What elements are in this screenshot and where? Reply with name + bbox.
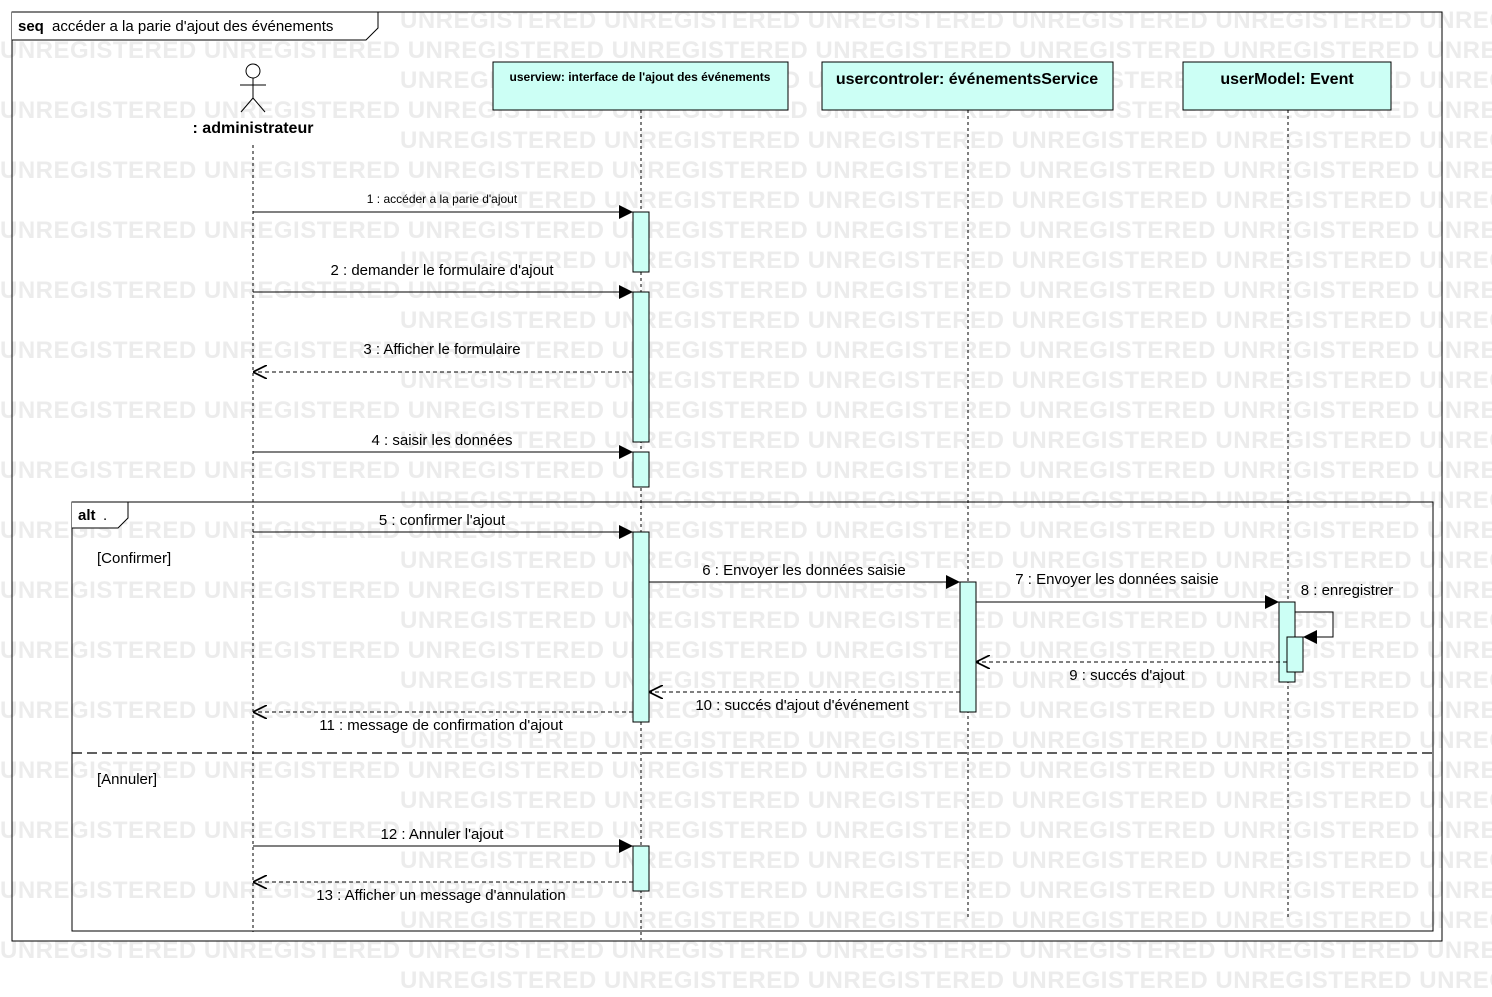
watermark-row: UNREGISTERED UNREGISTERED UNREGISTERED U…: [400, 847, 1492, 874]
alt-operator: alt: [78, 507, 96, 524]
activation-view-3: [632, 451, 650, 488]
lifeline-administrateur: : administrateur: [193, 63, 314, 932]
watermark-row: UNREGISTERED UNREGISTERED UNREGISTERED U…: [0, 877, 1492, 904]
frame-keyword: seq: [18, 18, 44, 35]
frame-title: accéder a la parie d'ajout des événement…: [52, 18, 333, 35]
guard-annuler: [Annuler]: [97, 771, 157, 788]
lifeline-label-usercontroler: usercontroler: événementsService: [836, 71, 1098, 88]
watermark-row: UNREGISTERED UNREGISTERED UNREGISTERED U…: [0, 277, 1492, 304]
activation-view-5: [632, 845, 650, 892]
message-8-label: 8 : enregistrer: [1301, 582, 1394, 599]
message-1-label: 1 : accéder a la parie d'ajout: [367, 192, 518, 206]
watermark-row: UNREGISTERED UNREGISTERED UNREGISTERED U…: [0, 157, 1492, 184]
message-3-label: 3 : Afficher le formulaire: [363, 341, 520, 358]
activation-view-4: [632, 531, 650, 723]
diagram-canvas: UNREGISTERED UNREGISTERED UNREGISTERED U…: [0, 7, 1492, 994]
watermark-row: UNREGISTERED UNREGISTERED UNREGISTERED U…: [400, 907, 1492, 934]
watermark-row: UNREGISTERED UNREGISTERED UNREGISTERED U…: [0, 577, 1492, 604]
watermark-row: UNREGISTERED UNREGISTERED UNREGISTERED U…: [400, 487, 1492, 514]
watermark-row: UNREGISTERED UNREGISTERED UNREGISTERED U…: [400, 247, 1492, 274]
message-2-label: 2 : demander le formulaire d'ajout: [331, 262, 555, 279]
watermark-row: UNREGISTERED UNREGISTERED UNREGISTERED U…: [0, 337, 1492, 364]
message-12-label: 12 : Annuler l'ajout: [381, 826, 505, 843]
message-13-label: 13 : Afficher un message d'annulation: [316, 887, 565, 904]
activation-model-nested: [1286, 636, 1304, 673]
watermark-row: UNREGISTERED UNREGISTERED UNREGISTERED U…: [400, 187, 1492, 214]
message-9-label: 9 : succés d'ajout: [1069, 667, 1185, 684]
sequence-diagram: UNREGISTERED UNREGISTERED UNREGISTERED U…: [0, 0, 1492, 994]
watermark-row: UNREGISTERED UNREGISTERED UNREGISTERED U…: [0, 217, 1492, 244]
message-11-label: 11 : message de confirmation d'ajout: [319, 717, 563, 734]
watermark-row: UNREGISTERED UNREGISTERED UNREGISTERED U…: [0, 757, 1492, 784]
watermark-row: UNREGISTERED UNREGISTERED UNREGISTERED U…: [400, 667, 1492, 694]
message-7-label: 7 : Envoyer les données saisie: [1015, 571, 1218, 588]
actor-head-icon: [245, 63, 261, 79]
watermark-row: UNREGISTERED UNREGISTERED UNREGISTERED U…: [400, 367, 1492, 394]
watermark-row: UNREGISTERED UNREGISTERED UNREGISTERED U…: [400, 607, 1492, 634]
watermark-row: UNREGISTERED UNREGISTERED UNREGISTERED U…: [400, 127, 1492, 154]
activation-view-1: [632, 211, 650, 273]
watermark-row: UNREGISTERED UNREGISTERED UNREGISTERED U…: [400, 7, 1492, 34]
alt-name: .: [103, 507, 107, 524]
watermark-row: UNREGISTERED UNREGISTERED UNREGISTERED U…: [0, 397, 1492, 424]
watermark-row: UNREGISTERED UNREGISTERED UNREGISTERED U…: [0, 817, 1492, 844]
unregistered-watermark: UNREGISTERED UNREGISTERED UNREGISTERED U…: [0, 7, 1492, 994]
message-6-label: 6 : Envoyer les données saisie: [702, 562, 905, 579]
watermark-row: UNREGISTERED UNREGISTERED UNREGISTERED U…: [400, 307, 1492, 334]
watermark-row: UNREGISTERED UNREGISTERED UNREGISTERED U…: [400, 787, 1492, 814]
message-10-label: 10 : succés d'ajout d'événement: [695, 697, 909, 714]
watermark-row: UNREGISTERED UNREGISTERED UNREGISTERED U…: [0, 37, 1492, 64]
watermark-row: UNREGISTERED UNREGISTERED UNREGISTERED U…: [0, 637, 1492, 664]
watermark-row: UNREGISTERED UNREGISTERED UNREGISTERED U…: [400, 727, 1492, 754]
watermark-row: UNREGISTERED UNREGISTERED UNREGISTERED U…: [0, 457, 1492, 484]
lifeline-label-usermodel: userModel: Event: [1220, 71, 1354, 88]
watermark-row: UNREGISTERED UNREGISTERED UNREGISTERED U…: [400, 967, 1492, 992]
watermark-row: UNREGISTERED UNREGISTERED UNREGISTERED U…: [0, 517, 1492, 544]
watermark-row: UNREGISTERED UNREGISTERED UNREGISTERED U…: [400, 547, 1492, 574]
activation-view-2: [632, 291, 650, 443]
message-5-label: 5 : confirmer l'ajout: [379, 512, 506, 529]
guard-confirmer: [Confirmer]: [97, 550, 171, 567]
message-4-label: 4 : saisir les données: [372, 432, 513, 449]
actor-label: : administrateur: [193, 120, 314, 137]
lifeline-label-userview: userview: interface de l'ajout des événe…: [510, 70, 771, 84]
activation-ctrl-1: [959, 581, 977, 713]
watermark-row: UNREGISTERED UNREGISTERED UNREGISTERED U…: [400, 427, 1492, 454]
